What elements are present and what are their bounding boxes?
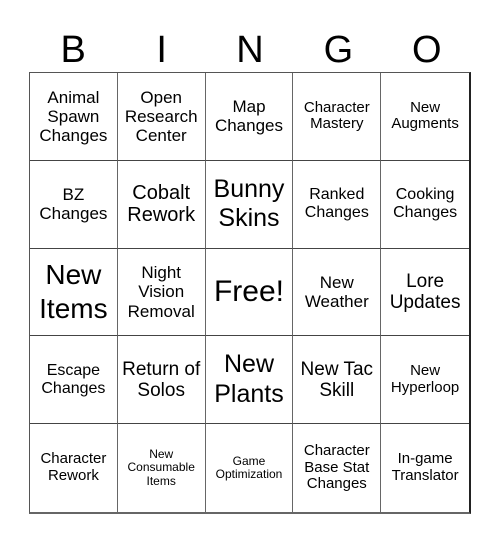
- bingo-card: Animal Spawn Changes Open Research Cente…: [29, 72, 471, 514]
- bingo-cell[interactable]: Map Changes: [205, 73, 294, 161]
- bingo-cell[interactable]: Escape Changes: [30, 336, 118, 425]
- bingo-cell[interactable]: Lore Updates: [381, 249, 469, 337]
- bingo-cell[interactable]: Game Optimization: [206, 424, 294, 512]
- bingo-cell[interactable]: Character Base Stat Changes: [293, 424, 382, 512]
- header-letter-b: B: [60, 29, 86, 71]
- bingo-cell[interactable]: New Consumable Items: [118, 424, 206, 512]
- bingo-cell[interactable]: Ranked Changes: [293, 160, 382, 249]
- bingo-cell[interactable]: Character Rework: [30, 424, 118, 512]
- bingo-cell[interactable]: Bunny Skins: [205, 160, 294, 249]
- bingo-cell[interactable]: New Plants: [205, 336, 294, 425]
- bingo-cell[interactable]: New Weather: [293, 248, 382, 337]
- header-letter-o: O: [412, 29, 442, 71]
- header-letter-i: I: [156, 29, 167, 71]
- free-space-cell[interactable]: Free!: [205, 248, 294, 337]
- bingo-cell[interactable]: New Tac Skill: [293, 336, 382, 425]
- bingo-cell[interactable]: Return of Solos: [117, 336, 206, 425]
- bingo-cell[interactable]: Character Mastery: [293, 73, 382, 161]
- bingo-cell[interactable]: Night Vision Removal: [117, 248, 206, 337]
- bingo-cell[interactable]: Open Research Center: [117, 73, 206, 161]
- bingo-cell[interactable]: In-game Translator: [381, 424, 469, 512]
- bingo-header: B I N G O: [29, 28, 471, 72]
- bingo-cell[interactable]: Animal Spawn Changes: [30, 73, 118, 161]
- bingo-cell[interactable]: New Hyperloop: [381, 336, 469, 425]
- header-letter-g: G: [323, 29, 354, 71]
- bingo-cell[interactable]: BZ Changes: [30, 160, 118, 249]
- header-letter-n: N: [236, 29, 264, 71]
- bingo-cell[interactable]: Cooking Changes: [381, 161, 469, 249]
- bingo-cell[interactable]: New Items: [30, 248, 118, 337]
- bingo-cell[interactable]: New Augments: [381, 73, 469, 161]
- bingo-cell[interactable]: Cobalt Rework: [117, 160, 206, 249]
